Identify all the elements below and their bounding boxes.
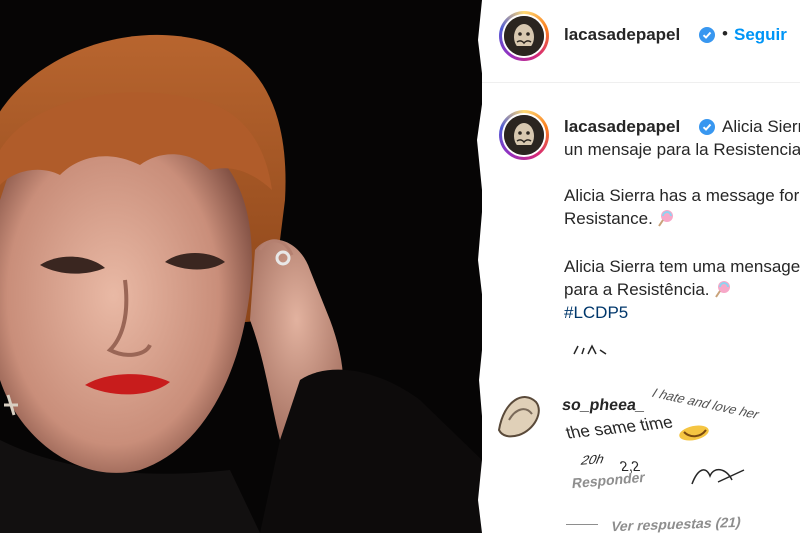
caption-line-3: Alicia Sierra has a message for the (564, 186, 800, 205)
commenter-username[interactable]: so_pheea_ (561, 397, 646, 415)
caption-username[interactable]: lacasadepapel (564, 117, 680, 137)
dali-mask-icon (504, 115, 544, 155)
dali-mask-icon (504, 16, 544, 56)
caption-line-6: para a Resistência. (564, 280, 732, 300)
follow-button[interactable]: Seguir (734, 25, 787, 45)
verified-badge-icon (699, 119, 715, 135)
header-separator: • (722, 24, 728, 43)
caption-line-2: un mensaje para la Resistencia. (564, 140, 800, 159)
hashtag-link[interactable]: #LCDP5 (564, 303, 628, 323)
post-sidebar: lacasadepapel • Seguir lacasadepapel Ali… (482, 0, 800, 533)
header-username[interactable]: lacasadepapel (564, 25, 680, 45)
glitch-heart-icon[interactable] (688, 462, 748, 490)
glitch-time-icon (573, 344, 607, 355)
reply-button[interactable]: Responder (571, 469, 646, 492)
comment-text-line-2: the same time (563, 412, 675, 443)
caption-line-1: Alicia Sierra tiene (722, 117, 800, 136)
caption-line-4: Resistance. (564, 209, 675, 229)
lollipop-emoji-icon (714, 281, 730, 298)
view-replies-button[interactable]: Ver respuestas (21) (610, 514, 743, 533)
replies-divider (566, 524, 598, 525)
lollipop-emoji-icon (657, 210, 673, 227)
woman-portrait-image (0, 0, 482, 533)
commenter-avatar[interactable] (494, 390, 544, 440)
verified-badge-icon (699, 27, 715, 43)
profile-avatar[interactable] (499, 11, 549, 61)
comment-time: 20h (578, 451, 607, 468)
post-media[interactable] (0, 0, 482, 533)
post-header: lacasadepapel • Seguir (482, 0, 800, 83)
distorted-avatar-icon (497, 396, 540, 438)
caption-avatar[interactable] (499, 110, 549, 160)
laughing-emoji-icon (679, 425, 709, 441)
caption-line-5: Alicia Sierra tem uma mensagem (564, 257, 800, 276)
